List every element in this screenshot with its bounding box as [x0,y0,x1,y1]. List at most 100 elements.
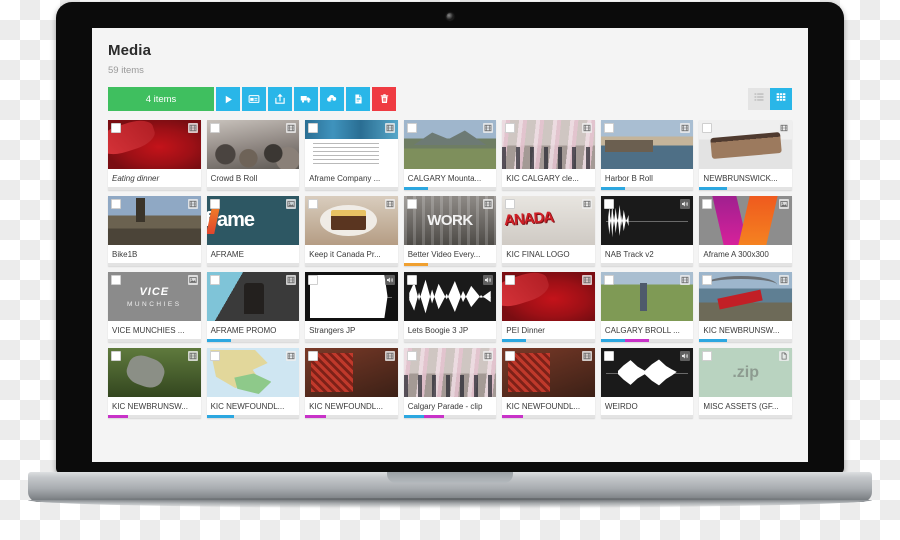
media-tile[interactable]: PEI Dinner [502,272,595,342]
tile-checkbox[interactable] [603,123,614,133]
media-thumbnail[interactable] [699,120,792,169]
media-tile[interactable]: Eating dinner [108,120,201,190]
tile-checkbox[interactable] [209,351,220,361]
tile-checkbox[interactable] [702,275,713,285]
media-thumbnail[interactable] [403,272,497,321]
action-toolbar: 4 items [108,87,792,111]
media-thumbnail[interactable] [502,272,595,321]
share-button[interactable] [268,87,292,111]
tile-checkbox[interactable] [505,351,516,361]
media-thumbnail[interactable] [305,120,398,169]
preview-window-button[interactable] [242,87,266,111]
media-tile[interactable]: Harbor B Roll [600,120,694,190]
tile-checkbox[interactable] [406,351,417,361]
media-tile[interactable]: KIC NEWBRUNSW... [108,348,201,418]
tile-progress-bar [699,187,792,190]
tile-checkbox[interactable] [111,123,121,133]
media-tile[interactable]: KIC CALGARY cle... [502,120,595,190]
media-tile[interactable]: KIC NEWFOUNDL... [305,348,398,418]
media-thumbnail[interactable]: ANADA [502,196,595,245]
tile-checkbox[interactable] [505,123,516,133]
media-thumbnail[interactable] [108,196,201,245]
tile-checkbox[interactable] [702,351,713,361]
tile-checkbox[interactable] [406,275,417,285]
document-button[interactable] [346,87,370,111]
list-view-button[interactable] [748,88,770,110]
media-thumbnail[interactable] [305,196,398,245]
media-thumbnail[interactable] [403,120,497,169]
tile-checkbox[interactable] [308,351,319,361]
media-tile[interactable]: KIC NEWBRUNSW... [699,272,792,342]
media-thumbnail[interactable]: .zip [699,348,792,397]
media-thumbnail[interactable] [699,196,792,245]
media-thumbnail[interactable] [206,120,300,169]
tile-checkbox[interactable] [406,123,417,133]
tile-checkbox[interactable] [603,351,614,361]
tile-checkbox[interactable] [406,199,417,209]
download-button[interactable] [320,87,344,111]
media-tile[interactable]: .zip MISC ASSETS (GF... [699,348,792,418]
media-thumbnail[interactable] [305,272,398,321]
media-thumbnail[interactable] [502,348,595,397]
media-tile[interactable]: NAB Track v2 [600,196,694,266]
tile-checkbox[interactable] [505,199,516,209]
media-thumbnail[interactable] [305,348,398,397]
media-thumbnail[interactable]: frame [206,196,300,245]
media-tile[interactable]: KIC NEWFOUNDL... [206,348,300,418]
deliver-button[interactable] [294,87,318,111]
media-tile[interactable]: ANADA KIC FINAL LOGO [502,196,595,266]
media-tile[interactable]: VICE MUNCHIES VICE MUNCHIES ... [108,272,201,342]
media-tile[interactable]: AFRAME PROMO [206,272,300,342]
tile-checkbox[interactable] [209,123,220,133]
media-thumbnail[interactable] [108,120,201,169]
media-thumbnail[interactable]: WORK [403,196,497,245]
tile-checkbox[interactable] [308,199,319,209]
tile-checkbox[interactable] [111,199,121,209]
media-tile[interactable]: NEWBRUNSWICK... [699,120,792,190]
selection-count-badge[interactable]: 4 items [108,87,214,111]
tile-checkbox[interactable] [111,351,121,361]
media-thumbnail[interactable] [403,348,497,397]
media-thumbnail[interactable] [108,348,201,397]
media-tile[interactable]: CALGARY BROLL ... [600,272,694,342]
progress-segment [403,415,425,418]
media-tile[interactable]: Lets Boogie 3 JP [403,272,497,342]
media-tile[interactable]: Crowd B Roll [206,120,300,190]
media-thumbnail[interactable] [600,120,694,169]
media-tile[interactable]: KIC NEWFOUNDL... [502,348,595,418]
tile-checkbox[interactable] [308,123,319,133]
film-icon [483,199,494,209]
thumbnail-artwork [502,348,595,397]
tile-checkbox[interactable] [308,275,319,285]
media-tile[interactable]: Strangers JP [305,272,398,342]
media-title: Crowd B Roll [210,174,258,183]
media-thumbnail[interactable] [206,348,300,397]
tile-checkbox[interactable] [111,275,121,285]
tile-checkbox[interactable] [209,275,220,285]
media-tile[interactable]: WEIRDO [600,348,694,418]
media-thumbnail[interactable] [502,120,595,169]
media-thumbnail[interactable] [206,272,300,321]
tile-checkbox[interactable] [209,199,220,209]
tile-checkbox[interactable] [702,123,713,133]
tile-checkbox[interactable] [702,199,713,209]
delete-button[interactable] [372,87,396,111]
media-thumbnail[interactable] [600,196,694,245]
media-tile[interactable]: Calgary Parade - clip [403,348,497,418]
media-tile[interactable]: frame AFRAME [206,196,300,266]
grid-view-button[interactable] [770,88,792,110]
tile-checkbox[interactable] [603,199,614,209]
media-tile[interactable]: WORK Better Video Every... [403,196,497,266]
media-tile[interactable]: Bike1B [108,196,201,266]
media-tile[interactable]: Aframe Company ... [305,120,398,190]
media-thumbnail[interactable] [699,272,792,321]
tile-checkbox[interactable] [603,275,614,285]
media-tile[interactable]: CALGARY Mounta... [403,120,497,190]
tile-checkbox[interactable] [505,275,516,285]
media-thumbnail[interactable] [600,348,694,397]
media-tile[interactable]: Aframe A 300x300 [699,196,792,266]
play-button[interactable] [216,87,240,111]
media-thumbnail[interactable]: VICE MUNCHIES [108,272,201,321]
media-thumbnail[interactable] [600,272,694,321]
media-tile[interactable]: Keep it Canada Pr... [305,196,398,266]
